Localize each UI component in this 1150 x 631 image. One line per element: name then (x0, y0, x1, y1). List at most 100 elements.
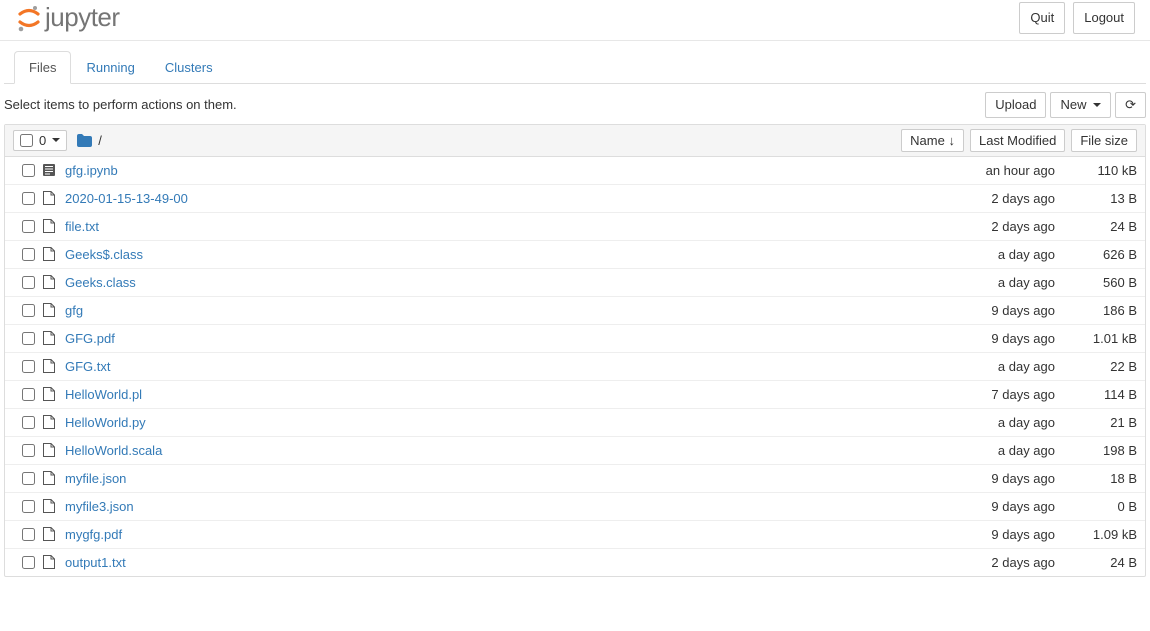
file-modified: a day ago (955, 275, 1055, 290)
file-size: 21 B (1065, 415, 1137, 430)
file-modified: 9 days ago (955, 499, 1055, 514)
file-row: myfile.json 9 days ago 18 B (5, 465, 1145, 493)
row-checkbox[interactable] (22, 444, 35, 457)
refresh-icon: ⟳ (1125, 97, 1136, 112)
refresh-button[interactable]: ⟳ (1115, 92, 1146, 118)
row-checkbox-cell (13, 304, 43, 317)
file-name-link[interactable]: GFG.pdf (65, 331, 115, 346)
row-checkbox[interactable] (22, 248, 35, 261)
file-name-link[interactable]: Geeks$.class (65, 247, 143, 262)
file-size: 24 B (1065, 555, 1137, 570)
app-header: jupyter Quit Logout (0, 0, 1150, 41)
file-name-link[interactable]: HelloWorld.scala (65, 443, 162, 458)
file-list: 0 / Name ↓ Last Modified File size gfg.i… (4, 124, 1146, 577)
tab-clusters[interactable]: Clusters (150, 51, 228, 84)
row-checkbox-cell (13, 332, 43, 345)
row-checkbox[interactable] (22, 304, 35, 317)
tab-files[interactable]: Files (14, 51, 71, 84)
file-modified: a day ago (955, 359, 1055, 374)
logo-text: jupyter (45, 2, 120, 33)
file-name-link[interactable]: Geeks.class (65, 275, 136, 290)
file-name-link[interactable]: gfg.ipynb (65, 163, 118, 178)
row-checkbox[interactable] (22, 360, 35, 373)
file-size: 22 B (1065, 359, 1137, 374)
row-checkbox-cell (13, 192, 43, 205)
file-size: 0 B (1065, 499, 1137, 514)
row-checkbox-cell (13, 164, 43, 177)
file-name-link[interactable]: file.txt (65, 219, 99, 234)
row-checkbox-cell (13, 248, 43, 261)
toolbar-row: Select items to perform actions on them.… (0, 84, 1150, 124)
file-row: Geeks$.classa day ago626 B (5, 241, 1145, 269)
file-name-link[interactable]: gfg (65, 303, 83, 318)
row-checkbox-cell (13, 528, 43, 541)
tab-running[interactable]: Running (71, 51, 149, 84)
file-size: 18 B (1065, 471, 1137, 486)
file-modified: 9 days ago (955, 527, 1055, 542)
file-modified: a day ago (955, 247, 1055, 262)
quit-button[interactable]: Quit (1019, 2, 1065, 34)
sort-name-button[interactable]: Name ↓ (901, 129, 964, 152)
row-checkbox[interactable] (22, 276, 35, 289)
file-row: GFG.txt a day ago 22 B (5, 353, 1145, 381)
file-name-link[interactable]: 2020-01-15-13-49-00 (65, 191, 188, 206)
row-checkbox[interactable] (22, 556, 35, 569)
breadcrumb: / (77, 133, 102, 148)
file-size: 110 kB (1065, 163, 1137, 178)
row-checkbox[interactable] (22, 500, 35, 513)
file-name-link[interactable]: mygfg.pdf (65, 527, 122, 542)
file-icon (43, 527, 61, 541)
file-row: file.txt2 days ago24 B (5, 213, 1145, 241)
jupyter-logo-icon (15, 4, 43, 32)
logo[interactable]: jupyter (15, 2, 120, 33)
tabs-container: Files Running Clusters (0, 51, 1150, 84)
file-name-link[interactable]: myfile3.json (65, 499, 134, 514)
file-size: 198 B (1065, 443, 1137, 458)
select-all-checkbox[interactable] (20, 134, 33, 147)
file-modified: 2 days ago (955, 555, 1055, 570)
header-buttons: Quit Logout (1019, 2, 1135, 34)
file-row: Geeks.class a day ago 560 B (5, 269, 1145, 297)
row-checkbox[interactable] (22, 332, 35, 345)
file-icon (43, 443, 61, 457)
row-checkbox[interactable] (22, 472, 35, 485)
breadcrumb-root[interactable]: / (98, 133, 102, 148)
file-name-link[interactable]: myfile.json (65, 471, 126, 486)
row-checkbox[interactable] (22, 192, 35, 205)
file-name-link[interactable]: HelloWorld.pl (65, 387, 142, 402)
row-checkbox[interactable] (22, 164, 35, 177)
file-name-link[interactable]: output1.txt (65, 555, 126, 570)
file-name-link[interactable]: GFG.txt (65, 359, 111, 374)
file-name-link[interactable]: HelloWorld.py (65, 415, 146, 430)
row-checkbox[interactable] (22, 388, 35, 401)
file-modified: 2 days ago (955, 191, 1055, 206)
file-size: 560 B (1065, 275, 1137, 290)
notebook-icon (43, 163, 61, 177)
file-row: HelloWorld.pya day ago21 B (5, 409, 1145, 437)
logout-button[interactable]: Logout (1073, 2, 1135, 34)
upload-button[interactable]: Upload (985, 92, 1046, 118)
file-icon (43, 555, 61, 569)
select-all-group[interactable]: 0 (13, 130, 67, 151)
row-checkbox[interactable] (22, 528, 35, 541)
row-checkbox-cell (13, 500, 43, 513)
row-checkbox-cell (13, 360, 43, 373)
file-row: myfile3.json 9 days ago 0 B (5, 493, 1145, 521)
file-icon (43, 303, 61, 317)
caret-down-icon (1093, 103, 1101, 107)
new-button[interactable]: New (1050, 92, 1111, 118)
row-checkbox-cell (13, 556, 43, 569)
sort-size-button[interactable]: File size (1071, 129, 1137, 152)
toolbar-buttons: Upload New ⟳ (985, 92, 1146, 118)
row-checkbox[interactable] (22, 416, 35, 429)
folder-icon[interactable] (77, 134, 92, 147)
file-modified: 9 days ago (955, 331, 1055, 346)
list-header-row: 0 / Name ↓ Last Modified File size (5, 125, 1145, 157)
file-modified: 9 days ago (955, 471, 1055, 486)
file-modified: 2 days ago (955, 219, 1055, 234)
sort-modified-button[interactable]: Last Modified (970, 129, 1065, 152)
file-modified: 9 days ago (955, 303, 1055, 318)
file-row: 2020-01-15-13-49-002 days ago13 B (5, 185, 1145, 213)
row-checkbox[interactable] (22, 220, 35, 233)
file-row: HelloWorld.pl7 days ago114 B (5, 381, 1145, 409)
